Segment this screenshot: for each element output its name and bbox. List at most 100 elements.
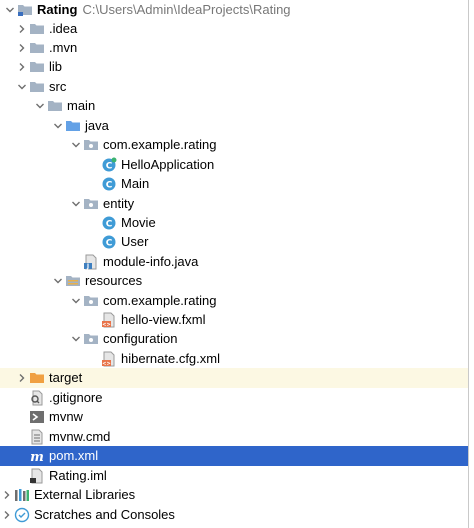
tree-item-scratches[interactable]: Scratches and Consoles [0,505,468,525]
tree-item-hello-application[interactable]: C HelloApplication [0,155,468,175]
chevron-right-icon[interactable] [15,368,29,388]
svg-text:C: C [106,162,113,172]
tree-item-package-rating[interactable]: com.example.rating [0,135,468,155]
tree-item-idea[interactable]: .idea [0,19,468,39]
svg-text:J: J [86,263,89,270]
svg-text:C: C [106,220,113,230]
chevron-down-icon[interactable] [3,0,17,20]
tree-item-user[interactable]: C User [0,232,468,252]
chevron-right-icon[interactable] [15,19,29,39]
tree-item-mvn[interactable]: .mvn [0,38,468,58]
package-icon [83,196,99,212]
xml-file-icon: <> [101,312,117,328]
tree-item-label: configuration [103,331,178,346]
chevron-down-icon[interactable] [69,291,83,311]
svg-text:m: m [30,450,44,464]
chevron-down-icon[interactable] [51,116,65,136]
tree-item-label: mvnw.cmd [49,429,111,444]
tree-item-label: .gitignore [49,390,103,405]
svg-text:C: C [106,181,113,191]
chevron-right-icon[interactable] [15,57,29,77]
java-class-icon: C [101,234,117,250]
chevron-down-icon[interactable] [69,194,83,214]
tree-item-label: lib [49,59,63,74]
tree-item-label: entity [103,196,135,211]
tree-item-label: User [121,234,149,249]
tree-item-label: resources [85,273,143,288]
panel-divider [468,0,469,528]
libraries-icon [14,487,30,503]
chevron-down-icon[interactable] [15,77,29,97]
tree-item-label: .mvn [49,40,78,55]
chevron-right-icon[interactable] [0,485,14,505]
tree-item-label: Main [121,176,150,191]
text-file-icon [29,429,45,445]
tree-item-src[interactable]: src [0,77,468,97]
tree-item-main-class[interactable]: C Main [0,174,468,194]
tree-item-label: com.example.rating [103,137,217,152]
package-icon [83,293,99,309]
tree-item-rating-iml[interactable]: Rating.iml [0,466,468,486]
java-class-icon: C [101,215,117,231]
tree-item-main[interactable]: main [0,96,468,116]
java-class-icon: C [101,176,117,192]
tree-item-rating[interactable]: Rating C:\Users\Admin\IdeaProjects\Ratin… [0,0,468,20]
tree-item-hibernate-cfg[interactable]: <> hibernate.cfg.xml [0,349,468,369]
tree-item-module-info[interactable]: J module-info.java [0,252,468,272]
tree-item-gitignore[interactable]: .gitignore [0,388,468,408]
svg-text:C: C [106,239,113,249]
maven-icon: m [29,448,45,464]
chevron-down-icon[interactable] [69,135,83,155]
tree-item-label: java [85,118,109,133]
tree-item-label: com.example.rating [103,293,217,308]
source-folder-icon [65,118,81,134]
package-icon [83,137,99,153]
chevron-down-icon[interactable] [33,96,47,116]
tree-item-label: HelloApplication [121,157,215,172]
tree-item-package-entity[interactable]: entity [0,194,468,214]
tree-item-label: pom.xml [49,448,99,463]
gitignore-file-icon [29,390,45,406]
project-tree: Rating C:\Users\Admin\IdeaProjects\Ratin… [0,0,474,528]
tree-item-hello-view[interactable]: <> hello-view.fxml [0,310,468,330]
module-folder-icon [17,2,33,18]
shell-script-icon [29,409,45,425]
xml-file-icon: <> [101,351,117,367]
tree-item-resources[interactable]: resources [0,271,468,291]
svg-text:<>: <> [102,322,110,328]
tree-item-pom[interactable]: m pom.xml [0,446,468,466]
folder-icon [29,79,45,95]
tree-item-label: target [49,370,83,385]
tree-item-label: main [67,98,96,113]
tree-item-label: Movie [121,215,156,230]
tree-item-mvnw[interactable]: mvnw [0,407,468,427]
tree-item-movie[interactable]: C Movie [0,213,468,233]
folder-icon [29,40,45,56]
tree-item-label: mvnw [49,409,83,424]
tree-item-java[interactable]: java [0,116,468,136]
tree-item-target[interactable]: target [0,368,468,388]
tree-item-mvnw-cmd[interactable]: mvnw.cmd [0,427,468,447]
tree-item-label: Rating.iml [49,468,107,483]
folder-icon [29,21,45,37]
excluded-folder-icon [29,370,45,386]
chevron-right-icon[interactable] [0,505,14,525]
tree-item-lib[interactable]: lib [0,57,468,77]
tree-item-resources-package[interactable]: com.example.rating [0,291,468,311]
folder-icon [29,59,45,75]
chevron-down-icon[interactable] [51,271,65,291]
tree-item-label: hibernate.cfg.xml [121,351,220,366]
chevron-down-icon[interactable] [69,329,83,349]
tree-item-label: .idea [49,21,78,36]
project-path: C:\Users\Admin\IdeaProjects\Rating [82,2,291,17]
tree-item-external-libraries[interactable]: External Libraries [0,485,468,505]
tree-item-configuration[interactable]: configuration [0,329,468,349]
tree-item-label: module-info.java [103,254,199,269]
tree-item-label: hello-view.fxml [121,312,206,327]
chevron-right-icon[interactable] [15,38,29,58]
tree-item-label: External Libraries [34,487,136,502]
scratches-icon [14,507,30,523]
java-file-icon: J [83,254,99,270]
tree-item-label: Scratches and Consoles [34,507,175,522]
resources-folder-icon [65,273,81,289]
